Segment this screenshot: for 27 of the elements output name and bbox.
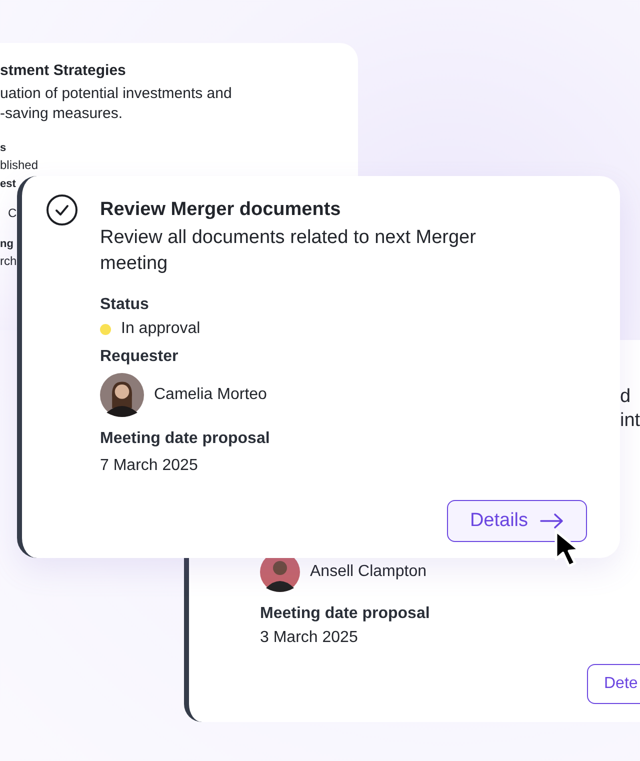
check-circle-icon[interactable] [46, 194, 78, 226]
field-value: C [8, 205, 17, 222]
requester-name: Ansell Clampton [310, 563, 426, 581]
field-label: Requester [100, 347, 178, 367]
card-description: d [620, 385, 632, 409]
field-label: Status [100, 295, 149, 315]
card-description: -saving measures. [0, 104, 124, 124]
card-description: int [620, 409, 640, 433]
details-button[interactable]: Details [447, 500, 587, 542]
details-button[interactable]: Dete [587, 664, 640, 704]
card-description: uation of potential investments and [0, 84, 233, 104]
field-label: Meeting date proposal [260, 604, 430, 624]
field-label: ng [0, 237, 14, 252]
field-label: s [0, 141, 6, 156]
field-label: Meeting date proposal [100, 429, 270, 449]
arrow-right-icon [540, 513, 564, 529]
card-title: stment Strategies [0, 61, 127, 81]
requester-name: Camelia Morteo [154, 386, 267, 404]
status-text: In approval [121, 319, 200, 339]
avatar-icon [100, 373, 144, 417]
field-value: blished [0, 157, 38, 174]
card-description: Review all documents related to next Merger meeting [100, 226, 477, 276]
field-label: est [0, 177, 16, 192]
field-value: 3 March 2025 [260, 628, 359, 648]
card-title: Review Merger documents [100, 198, 341, 222]
field-value: rch [0, 253, 17, 270]
field-value: 7 March 2025 [100, 456, 198, 476]
